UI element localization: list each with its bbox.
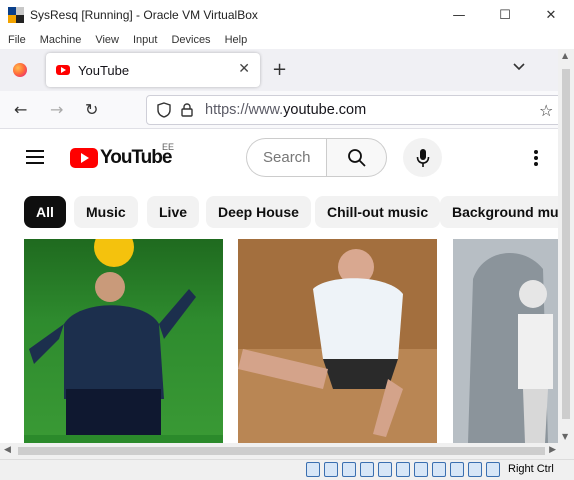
display-icon[interactable] bbox=[414, 462, 428, 477]
audio-icon[interactable] bbox=[342, 462, 356, 477]
back-button[interactable]: ← bbox=[14, 100, 27, 119]
category-chips: All Music Live Deep House Chill-out musi… bbox=[24, 196, 558, 228]
window-title: SysResq [Running] - Oracle VM VirtualBox bbox=[30, 8, 258, 22]
mouse-integration-icon[interactable] bbox=[468, 462, 482, 477]
window-controls: — ☐ ✕ bbox=[436, 0, 574, 30]
bookmark-star-icon[interactable]: ☆ bbox=[539, 101, 553, 120]
video-thumbnail[interactable] bbox=[238, 239, 437, 443]
chip-all[interactable]: All bbox=[24, 196, 66, 228]
horizontal-scrollbar[interactable]: ◀ ▶ bbox=[0, 443, 574, 459]
youtube-logo[interactable]: YouTube bbox=[70, 147, 172, 169]
window-titlebar: SysResq [Running] - Oracle VM VirtualBox… bbox=[0, 0, 574, 30]
firefox-icon bbox=[13, 63, 27, 77]
scroll-right-arrow-icon[interactable]: ▶ bbox=[549, 445, 556, 455]
network-icon[interactable] bbox=[360, 462, 374, 477]
chip-deep-house[interactable]: Deep House bbox=[206, 196, 311, 228]
youtube-page: YouTube EE Search All Music Live Deep Ho… bbox=[0, 130, 558, 443]
country-code: EE bbox=[162, 142, 175, 152]
optical-drive-icon[interactable] bbox=[324, 462, 338, 477]
menu-machine[interactable]: Machine bbox=[40, 34, 82, 46]
url-domain: youtube.com bbox=[283, 102, 367, 118]
thumbnail-image bbox=[453, 239, 558, 443]
scroll-up-arrow-icon[interactable]: ▲ bbox=[562, 51, 568, 60]
chip-live[interactable]: Live bbox=[147, 196, 200, 228]
menu-help[interactable]: Help bbox=[225, 34, 248, 46]
tab-title: YouTube bbox=[78, 62, 130, 78]
reload-button[interactable]: ↻ bbox=[85, 100, 98, 119]
url-prefix: https://www. bbox=[205, 102, 284, 118]
menu-view[interactable]: View bbox=[95, 34, 119, 46]
vm-statusbar: Right Ctrl bbox=[0, 459, 574, 480]
vertical-scrollbar[interactable]: ▲ ▼ bbox=[558, 49, 574, 443]
scrollbar-thumb[interactable] bbox=[562, 69, 570, 419]
device-indicators bbox=[306, 462, 504, 477]
browser-tabbar: YouTube ✕ + bbox=[0, 49, 558, 91]
new-tab-button[interactable]: + bbox=[272, 59, 287, 80]
chip-music[interactable]: Music bbox=[74, 196, 138, 228]
thumbnail-image bbox=[24, 239, 223, 443]
minimize-button[interactable]: — bbox=[436, 0, 482, 30]
youtube-play-icon bbox=[70, 148, 98, 168]
shared-folders-icon[interactable] bbox=[396, 462, 410, 477]
browser-navbar: ← → ↻ https://www.youtube.com ☆ bbox=[0, 91, 566, 129]
scroll-left-arrow-icon[interactable]: ◀ bbox=[4, 445, 11, 455]
menu-devices[interactable]: Devices bbox=[171, 34, 210, 46]
microphone-icon bbox=[416, 148, 429, 167]
scroll-down-arrow-icon[interactable]: ▼ bbox=[562, 432, 568, 441]
youtube-logo-text: YouTube bbox=[100, 147, 172, 168]
cpu-icon[interactable] bbox=[450, 462, 464, 477]
vm-menubar: File Machine View Input Devices Help bbox=[0, 30, 574, 49]
recording-icon[interactable] bbox=[432, 462, 446, 477]
tab-youtube[interactable]: YouTube ✕ bbox=[46, 53, 260, 87]
chip-background-music[interactable]: Background music bbox=[440, 196, 558, 228]
menu-input[interactable]: Input bbox=[133, 34, 157, 46]
firefox-view-button[interactable] bbox=[0, 49, 40, 91]
hard-disk-icon[interactable] bbox=[306, 462, 320, 477]
shield-icon[interactable] bbox=[157, 102, 171, 118]
url-text[interactable]: https://www.youtube.com bbox=[205, 102, 366, 118]
keyboard-icon[interactable] bbox=[486, 462, 500, 477]
video-thumbnail[interactable] bbox=[453, 239, 558, 443]
virtualbox-icon bbox=[8, 7, 24, 23]
more-options-icon[interactable] bbox=[528, 148, 544, 168]
maximize-button[interactable]: ☐ bbox=[482, 0, 528, 30]
video-thumbnail[interactable] bbox=[24, 239, 223, 443]
search-input[interactable]: Search bbox=[246, 138, 326, 177]
voice-search-button[interactable] bbox=[403, 138, 442, 177]
chevron-down-icon bbox=[513, 63, 525, 71]
lock-icon[interactable] bbox=[181, 103, 193, 117]
search-button[interactable] bbox=[326, 138, 387, 177]
host-key-label: Right Ctrl bbox=[508, 463, 554, 475]
menu-hamburger-icon[interactable] bbox=[26, 150, 44, 164]
thumbnail-image bbox=[238, 239, 437, 443]
usb-icon[interactable] bbox=[378, 462, 392, 477]
tab-close-icon[interactable]: ✕ bbox=[238, 61, 250, 77]
list-all-tabs-button[interactable] bbox=[512, 61, 526, 75]
youtube-favicon-icon bbox=[56, 65, 70, 75]
url-bar[interactable]: https://www.youtube.com ☆ bbox=[146, 95, 566, 125]
scrollbar-thumb[interactable] bbox=[18, 447, 545, 455]
chip-chill-out-music[interactable]: Chill-out music bbox=[315, 196, 441, 228]
menu-file[interactable]: File bbox=[8, 34, 26, 46]
close-button[interactable]: ✕ bbox=[528, 0, 574, 30]
forward-button[interactable]: → bbox=[50, 100, 63, 119]
search-icon bbox=[347, 148, 366, 167]
